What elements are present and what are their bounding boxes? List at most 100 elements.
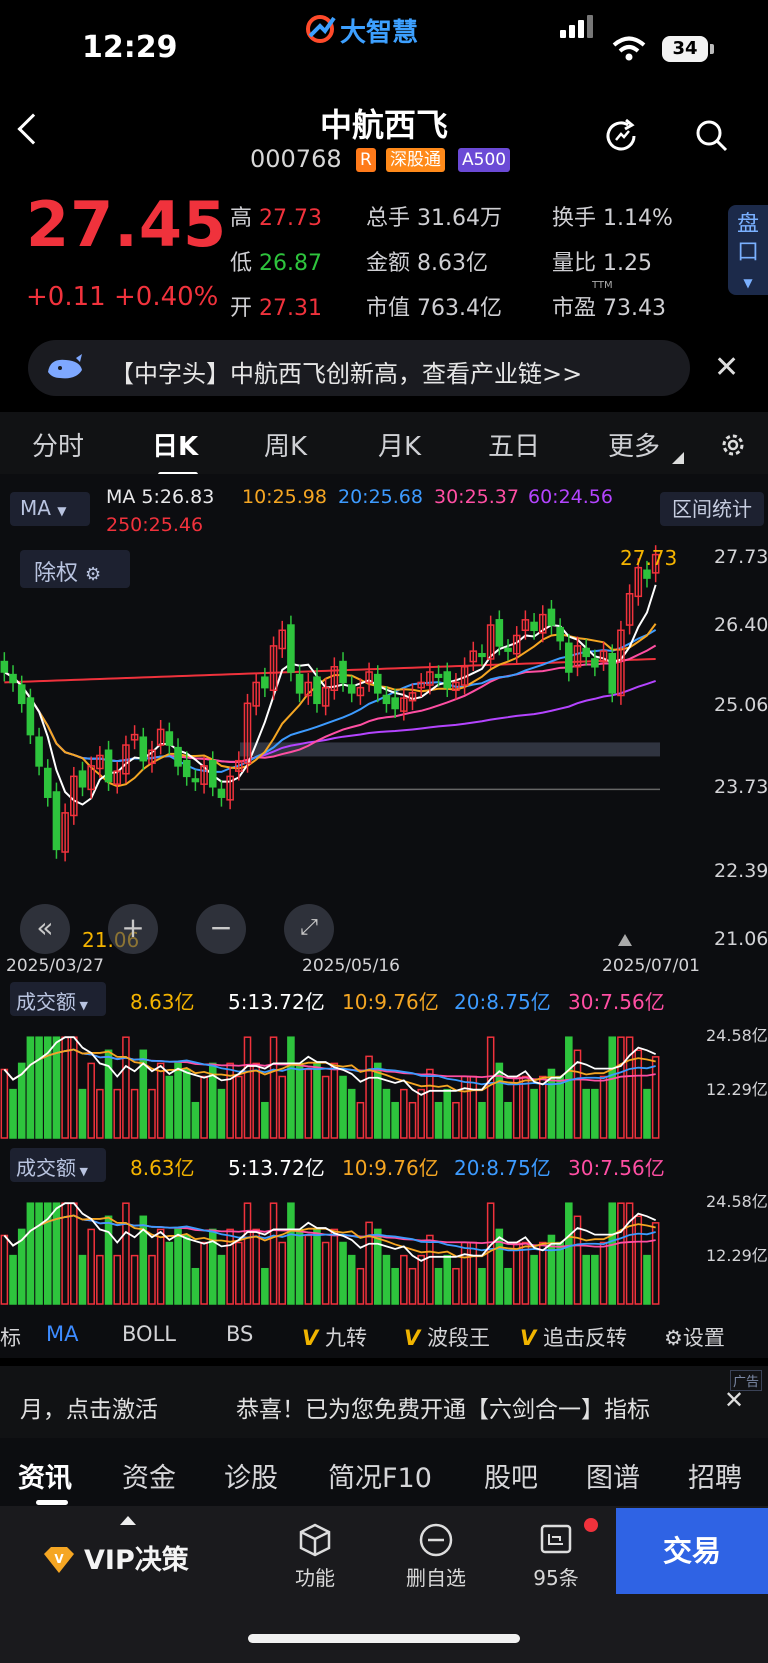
vol-ma30: 30:7.56亿 [568,1156,665,1180]
nav-remove-watchlist[interactable]: 删自选 [391,1562,481,1591]
candle-body [382,694,391,705]
volume-bar [9,1088,17,1139]
tab-daily-k[interactable]: 日K [152,426,198,463]
volume-bar [565,1202,573,1305]
volume-bar [182,1234,191,1305]
volume-bar [200,1241,208,1305]
indicator-zhuiji[interactable]: V 追击反转 [520,1322,627,1352]
tab-forum[interactable]: 股吧 [484,1456,538,1495]
tab-funds[interactable]: 资金 [122,1456,176,1495]
volume-bar [130,1088,139,1139]
volume-bar [156,1062,165,1139]
trade-button[interactable]: 交易 [616,1508,768,1594]
volume-bar [512,1241,521,1305]
tab-monthly-k[interactable]: 月K [378,426,421,463]
indicator-cut[interactable]: 标 [0,1322,21,1352]
volume-bar [556,1241,564,1305]
candle-body [182,759,191,778]
volume-bar [235,1241,243,1305]
vip-decision-button[interactable]: VIP决策 [84,1538,189,1577]
indicator-boll[interactable]: BOLL [122,1322,176,1346]
tab-diagnosis[interactable]: 诊股 [224,1456,278,1495]
candle-body [52,791,61,851]
vol-y-top: 24.58亿 [706,1192,768,1211]
volume-bar [217,1088,226,1139]
volume-bar [347,1088,356,1139]
price-change: +0.11 [26,282,106,312]
indicator-bar [0,1312,768,1358]
indicator-bs[interactable]: BS [226,1322,253,1346]
ad-text-left: 月，点击激活 [20,1397,158,1423]
vol-y-top: 24.58亿 [706,1026,768,1045]
volume-bar [478,1101,486,1139]
cube-icon [299,1523,331,1557]
tab-more[interactable]: 更多 [608,426,660,463]
volume-bar [174,1228,182,1305]
volume-bar [304,1068,313,1139]
banner-close-icon[interactable]: ✕ [714,350,739,385]
expand-icon[interactable]: ⤢ [284,904,334,954]
volume-selector-2[interactable]: 成交额 ▼ [10,1148,106,1182]
volume-bar [426,1068,434,1139]
indicator-settings[interactable]: ⚙设置 [664,1322,725,1352]
volume-bar [130,1254,139,1305]
candle-body [9,673,17,684]
tab-news[interactable]: 资讯 [18,1456,72,1495]
volume-bar [295,1228,304,1305]
volume-bar [113,1254,122,1305]
vol-today: 8.63亿 [130,1156,195,1180]
tab-recruit[interactable]: 招聘 [688,1456,742,1495]
badge-a500: A500 [458,148,511,172]
vip-v-icon: V [404,1326,421,1350]
search-icon[interactable] [692,116,732,156]
rewind-button[interactable]: « [20,904,70,954]
candle-body [313,676,321,705]
tab-graph[interactable]: 图谱 [586,1456,640,1495]
zoom-out-button[interactable]: − [196,904,246,954]
volume-bar [243,1202,252,1305]
volume-selector-1[interactable]: 成交额 ▼ [10,982,106,1016]
candle-body [582,647,590,658]
indicator-jiuzhuan[interactable]: V 九转 [302,1322,367,1352]
candle-body [443,671,452,689]
volume-bar [200,1075,208,1139]
range-stats-button[interactable]: 区间统计 [660,492,764,526]
kline-chart[interactable] [0,540,706,950]
volume-bar [321,1241,330,1305]
remove-watchlist-icon [419,1523,453,1557]
vol-ma20: 20:8.75亿 [454,1156,551,1180]
stat-turnover: 换手 1.14% [552,206,673,231]
indicator-boduanwang[interactable]: V 波段王 [404,1322,490,1352]
gear-icon[interactable] [718,430,748,460]
indicator-label: MA [20,496,51,520]
volume-chart-1[interactable] [0,1018,700,1140]
volume-bar [434,1267,443,1305]
volume-bar [243,1036,252,1139]
tab-weekly-k[interactable]: 周K [264,426,307,463]
candle-body [339,660,347,684]
volume-bar [651,1222,660,1305]
volume-bar [87,1062,95,1139]
volume-bar [287,1036,295,1139]
indicator-selector[interactable]: MA ▼ [10,492,90,526]
indicator-ma[interactable]: MA [46,1322,78,1346]
volume-bar [96,1254,104,1305]
tab-f10[interactable]: 简况F10 [328,1456,432,1495]
volume-bar [512,1075,521,1139]
pankou-button[interactable]: 盘口 ▼ [728,205,768,295]
refresh-icon[interactable] [602,116,642,156]
volume-bar [330,1228,339,1305]
volume-bar [35,1036,43,1139]
tab-intraday[interactable]: 分时 [32,426,84,463]
volume-chart-2[interactable] [0,1184,700,1306]
y-label-4: 22.39 [714,860,768,882]
volume-bar [521,1241,530,1305]
zoom-in-button[interactable]: + [108,904,158,954]
tab-five-day[interactable]: 五日 [488,426,540,463]
stat-volume-ratio: 量比 1.25 [552,251,652,276]
nav-messages[interactable]: 95条 [511,1562,601,1591]
date-end: 2025/07/01 [602,956,700,976]
nav-functions[interactable]: 功能 [270,1562,360,1591]
ad-close-icon[interactable]: ✕ [724,1386,744,1414]
volume-bar [608,1202,617,1305]
